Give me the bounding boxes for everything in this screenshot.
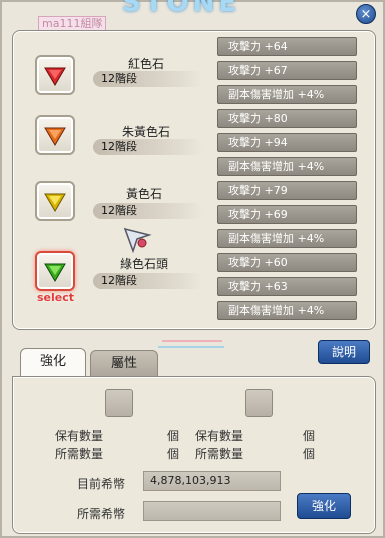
gem-slot-yellow[interactable]	[35, 181, 75, 221]
stat-row: 攻擊力 +80	[217, 109, 357, 128]
gem-slot-red[interactable]	[35, 55, 75, 95]
decor-line	[162, 340, 222, 342]
stat-row: 副本傷害增加 +4%	[217, 229, 357, 248]
gem-slot-green[interactable]	[35, 251, 75, 291]
stat-row: 攻擊力 +94	[217, 133, 357, 152]
gem-stage: 12階段	[93, 203, 203, 219]
required-unit-left: 個	[167, 447, 180, 461]
required-coin-field	[143, 501, 281, 521]
gem-name: 紅色石	[127, 57, 164, 71]
current-coin-field: 4,878,103,913	[143, 471, 281, 491]
required-label-left: 所需數量	[55, 447, 104, 461]
current-coin-label: 目前希幣	[77, 477, 126, 491]
close-icon: ×	[360, 7, 372, 22]
gem-name: 朱黃色石	[121, 125, 170, 139]
stat-row: 攻擊力 +64	[217, 37, 357, 56]
material-slot-right[interactable]	[245, 389, 273, 417]
stat-row: 攻擊力 +67	[217, 61, 357, 80]
gem-name: 黃色石	[125, 187, 162, 201]
gem-stage: 12階段	[93, 139, 203, 155]
enhance-button[interactable]: 強化	[297, 493, 351, 519]
close-button[interactable]: ×	[356, 4, 376, 24]
pointer-cursor-icon	[123, 227, 152, 254]
stat-row: 攻擊力 +79	[217, 181, 357, 200]
required-unit-right: 個	[303, 447, 316, 461]
stat-row: 攻擊力 +63	[217, 277, 357, 296]
stat-row: 副本傷害增加 +4%	[217, 301, 357, 320]
orange-gem-icon	[44, 127, 66, 146]
window-title: STONE	[122, 0, 241, 18]
tab-attribute[interactable]: 屬性	[90, 350, 158, 378]
owned-label-left: 保有數量	[55, 429, 104, 443]
tab-enhance[interactable]: 強化	[20, 348, 86, 376]
required-coin-label: 所需希幣	[77, 507, 126, 521]
stat-row: 副本傷害增加 +4%	[217, 85, 357, 104]
help-button[interactable]: 說明	[318, 340, 370, 364]
owned-label-right: 保有數量	[195, 429, 244, 443]
gem-panel: 紅色石 12階段 朱黃色石 12階段 黃色石 12階段 select 綠色石頭 …	[12, 30, 376, 330]
owned-unit-right: 個	[303, 429, 316, 443]
stone-window: STONE ma111組隊 × 紅色石 12階段 朱黃色石 12階段 黃色石 1…	[0, 0, 385, 538]
red-gem-icon	[44, 67, 66, 86]
yellow-gem-icon	[44, 193, 66, 212]
owned-unit-left: 個	[167, 429, 180, 443]
select-label: select	[37, 291, 75, 304]
stat-row: 副本傷害增加 +4%	[217, 157, 357, 176]
gem-name: 綠色石頭	[119, 257, 168, 271]
stat-row: 攻擊力 +60	[217, 253, 357, 272]
gem-stage: 12階段	[93, 273, 203, 289]
required-label-right: 所需數量	[195, 447, 244, 461]
green-gem-icon	[44, 263, 66, 282]
decor-line	[158, 346, 224, 348]
material-slot-left[interactable]	[105, 389, 133, 417]
gem-stage: 12階段	[93, 71, 203, 87]
enhance-panel: 保有數量 個 保有數量 個 所需數量 個 所需數量 個 目前希幣 4,878,1…	[12, 376, 376, 534]
stat-row: 攻擊力 +69	[217, 205, 357, 224]
gem-slot-orange[interactable]	[35, 115, 75, 155]
